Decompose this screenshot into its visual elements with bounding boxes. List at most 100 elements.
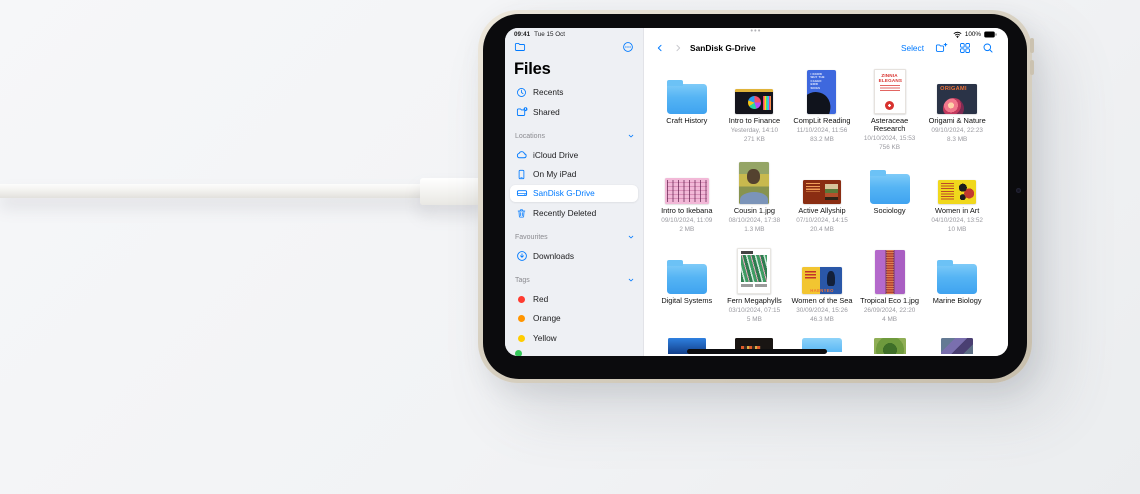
file-name: Origami & Nature (929, 117, 986, 125)
sidebar-item-recently-deleted[interactable]: Recently Deleted (510, 205, 638, 222)
status-time: 09:41 (514, 31, 530, 38)
file-item-women-of-the-sea[interactable]: HAENYEO Women of the Sea 30/09/2024, 15:… (788, 248, 856, 338)
file-name: Fern Megaphylls (727, 297, 782, 305)
file-thumbnail (938, 158, 976, 204)
file-date: Yesterday, 14:10 (731, 127, 778, 134)
file-item-fern-megaphylls[interactable]: Fern Megaphylls 03/10/2024, 07:15 5 MB (721, 248, 789, 338)
partial-file-thumbnail[interactable] (874, 338, 906, 354)
more-options-icon[interactable] (622, 41, 634, 53)
file-date: 09/10/2024, 11:09 (661, 217, 712, 224)
sidebar-item-tag-red[interactable]: Red (510, 291, 638, 308)
sidebar-toggle-icon[interactable] (514, 41, 526, 53)
file-item-sociology[interactable]: Sociology (856, 158, 924, 248)
file-date: 07/10/2024, 14:15 (796, 217, 848, 224)
clock-icon (515, 87, 528, 98)
section-header-locations[interactable]: Locations (515, 129, 635, 143)
external-drive-icon (515, 187, 528, 199)
battery-percent: 100% (965, 31, 981, 38)
file-size: 8.3 MB (947, 136, 967, 143)
chevron-down-icon (627, 132, 635, 140)
file-item-intro-to-ikebana[interactable]: Intro to Ikebana 09/10/2024, 11:09 2 MB (653, 158, 721, 248)
file-thumbnail (739, 158, 769, 204)
volume-up-button (1030, 38, 1034, 53)
sidebar-item-recents[interactable]: Recents (510, 84, 638, 101)
grid-view-icon[interactable] (959, 42, 971, 54)
file-thumbnail: I KNOW WHY THE CAGED BIRD SINGS (807, 68, 836, 114)
home-indicator[interactable] (687, 349, 827, 354)
file-size: 5 MB (747, 316, 762, 323)
file-item-intro-to-finance[interactable]: Intro to Finance Yesterday, 14:10 271 KB (721, 68, 789, 158)
file-name: Craft History (666, 117, 707, 125)
file-name: Women of the Sea (791, 297, 852, 305)
new-folder-icon[interactable] (935, 42, 948, 54)
sidebar-item-shared[interactable]: Shared (510, 104, 638, 121)
file-thumbnail: HAENYEO (802, 248, 842, 294)
file-item-complit-reading[interactable]: I KNOW WHY THE CAGED BIRD SINGS CompLit … (788, 68, 856, 158)
file-name: Intro to Finance (729, 117, 780, 125)
volume-down-button (1030, 60, 1034, 75)
sidebar-item-on-my-ipad[interactable]: On My iPad (510, 166, 638, 183)
file-item-craft-history[interactable]: Craft History (653, 68, 721, 158)
file-item-active-allyship[interactable]: Active Allyship 07/10/2024, 14:15 20.4 M… (788, 158, 856, 248)
select-button[interactable]: Select (901, 43, 924, 53)
file-item-women-in-art[interactable]: Women in Art 04/10/2024, 13:52 10 MB (923, 158, 991, 248)
shared-folder-icon (515, 106, 528, 118)
file-size: 20.4 MB (810, 226, 834, 233)
search-icon[interactable] (982, 42, 994, 54)
file-item-asteraceae-research[interactable]: ZINNIA ELEGANS Asteraceae Research 10/10… (856, 68, 924, 158)
sidebar-item-label: Downloads (533, 251, 574, 261)
file-thumbnail (735, 68, 773, 114)
sidebar-item-label: Orange (533, 313, 561, 323)
usb-cable (0, 184, 426, 198)
section-header-label: Favourites (515, 234, 548, 241)
poster-text: HAENYEO (802, 288, 842, 293)
sidebar-item-downloads[interactable]: Downloads (510, 248, 638, 265)
file-item-cousin-1-jpg[interactable]: Cousin 1.jpg 08/10/2024, 17:38 1.3 MB (721, 158, 789, 248)
file-item-origami-and-nature[interactable]: ORIGAMI Origami & Nature 09/10/2024, 22:… (923, 68, 991, 158)
folder-icon (937, 248, 977, 294)
sidebar-item-label: Recents (533, 87, 563, 97)
sidebar-item-tag-orange[interactable]: Orange (510, 310, 638, 327)
file-thumbnail (875, 248, 905, 294)
file-name: Digital Systems (661, 297, 712, 305)
download-icon (515, 250, 528, 262)
browser-toolbar: SanDisk G-Drive Select (655, 40, 994, 56)
file-date: 30/09/2024, 15:26 (796, 307, 848, 314)
ipad-icon (515, 169, 528, 180)
sidebar-item-label: iCloud Drive (533, 150, 578, 160)
file-name: Marine Biology (933, 297, 982, 305)
scene: 09:41 Tue 15 Oct Files Recen (0, 0, 1140, 494)
file-item-digital-systems[interactable]: Digital Systems (653, 248, 721, 338)
file-name: Sociology (874, 207, 906, 215)
back-icon[interactable] (655, 43, 665, 53)
battery-icon (984, 31, 997, 38)
file-name: Women in Art (935, 207, 979, 215)
section-header-favourites[interactable]: Favourites (515, 230, 635, 244)
file-item-tropical-eco-1-jpg[interactable]: Tropical Eco 1.jpg 26/09/2024, 22:20 4 M… (856, 248, 924, 338)
file-name: Asteraceae Research (858, 117, 922, 134)
chevron-down-icon (627, 276, 635, 284)
red-tag-icon (518, 296, 525, 303)
sidebar-item-icloud-drive[interactable]: iCloud Drive (510, 147, 638, 164)
forward-icon[interactable] (673, 43, 683, 53)
poster-text: ORIGAMI (940, 86, 967, 92)
partial-file-thumbnail[interactable] (941, 338, 973, 354)
sidebar-item-sandisk-g-drive[interactable]: SanDisk G-Drive (510, 185, 638, 202)
file-name: Active Allyship (798, 207, 845, 215)
file-item-marine-biology[interactable]: Marine Biology (923, 248, 991, 338)
file-date: 10/10/2024, 15:53 (864, 135, 916, 142)
file-date: 08/10/2024, 17:38 (729, 217, 781, 224)
book-cover-text: I KNOW WHY THE CAGED BIRD SINGS (810, 73, 825, 90)
sidebar-item-label: Shared (533, 107, 560, 117)
sidebar-item-tag-yellow[interactable]: Yellow (510, 330, 638, 347)
file-size: 271 KB (744, 136, 765, 143)
file-size: 1.3 MB (744, 226, 764, 233)
app-title: Files (514, 60, 551, 79)
file-size: 10 MB (948, 226, 966, 233)
section-header-label: Locations (515, 133, 545, 140)
file-name: Cousin 1.jpg (734, 207, 775, 215)
section-header-tags[interactable]: Tags (515, 273, 635, 287)
orange-tag-icon (518, 315, 525, 322)
multitasking-indicator[interactable]: ••• (751, 28, 762, 35)
chevron-down-icon (627, 233, 635, 241)
